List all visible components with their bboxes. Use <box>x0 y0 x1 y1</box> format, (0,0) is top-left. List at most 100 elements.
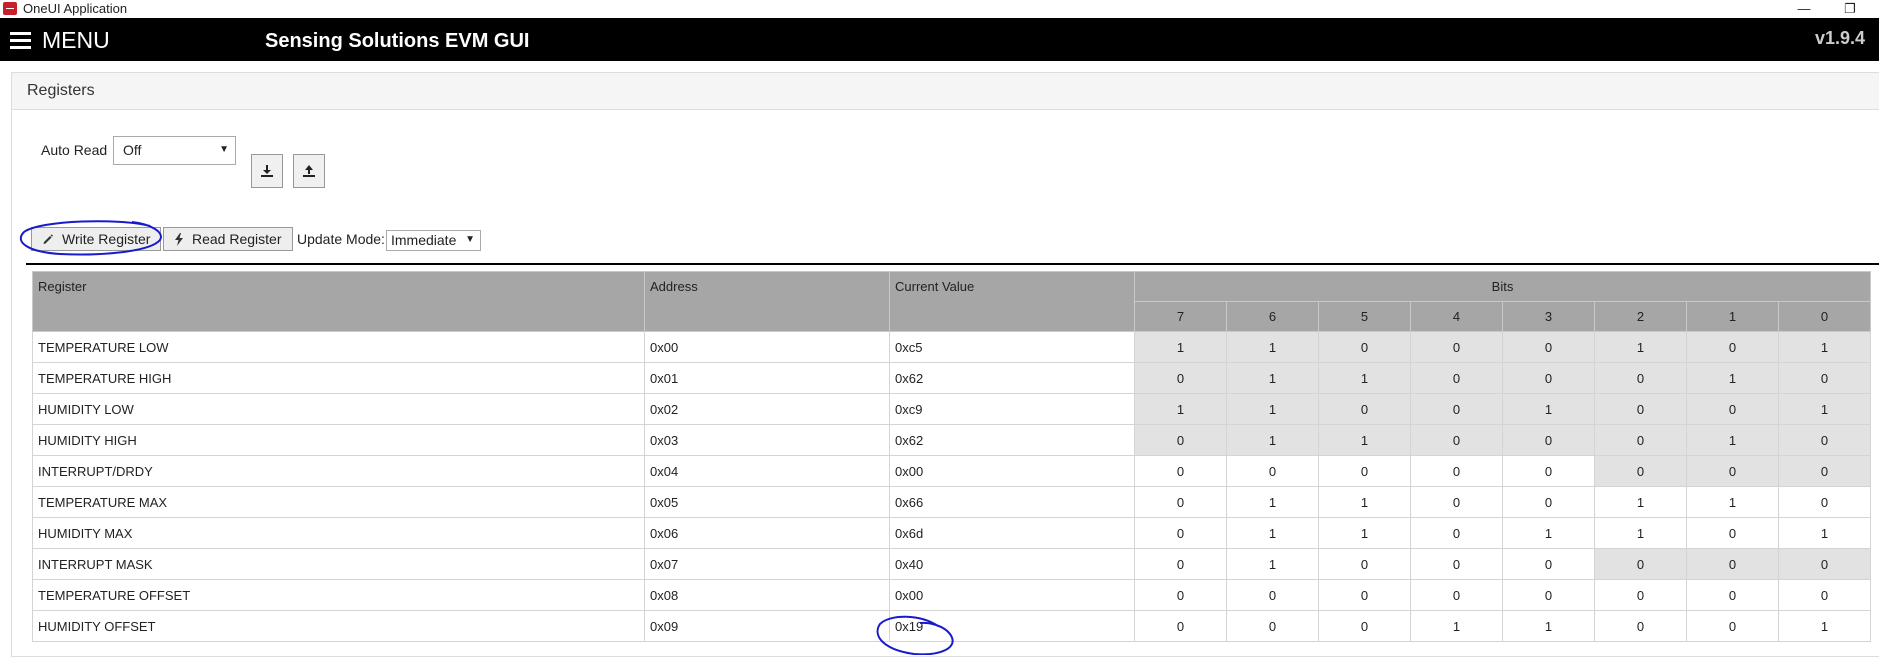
bit-cell[interactable]: 0 <box>1502 486 1595 518</box>
bit-cell[interactable]: 0 <box>1134 486 1227 518</box>
register-row[interactable]: HUMIDITY OFFSET 0x09 0x19 0 0 0 1 1 0 0 1 <box>32 610 1871 642</box>
register-row[interactable]: TEMPERATURE MAX 0x05 0x66 0 1 1 0 0 1 1 0 <box>32 486 1871 518</box>
register-row[interactable]: HUMIDITY HIGH 0x03 0x62 0 1 1 0 0 0 1 0 <box>32 424 1871 456</box>
bit-cell: 0 <box>1410 393 1503 425</box>
current-value-cell[interactable]: 0x19 <box>889 610 1135 642</box>
bit-cell[interactable]: 1 <box>1778 610 1871 642</box>
bit-cell: 0 <box>1594 362 1687 394</box>
auto-read-select[interactable]: Off ▼ <box>113 136 236 165</box>
bits-column-header: Bits <box>1134 271 1871 302</box>
load-registers-button[interactable] <box>251 154 283 188</box>
address-cell: 0x05 <box>644 486 890 518</box>
bit-cell[interactable]: 0 <box>1134 579 1227 611</box>
bit-cell[interactable]: 0 <box>1686 610 1779 642</box>
bit-cell[interactable]: 0 <box>1226 610 1319 642</box>
bit-cell[interactable]: 1 <box>1502 610 1595 642</box>
bit-cell[interactable]: 0 <box>1778 579 1871 611</box>
menu-button[interactable]: MENU <box>10 26 110 54</box>
current-value-cell[interactable]: 0xc5 <box>889 331 1135 363</box>
register-row[interactable]: TEMPERATURE HIGH 0x01 0x62 0 1 1 0 0 0 1 0 <box>32 362 1871 394</box>
bit-cell[interactable]: 0 <box>1318 455 1411 487</box>
bit-cell[interactable]: 1 <box>1226 548 1319 580</box>
bit-cell: 1 <box>1686 362 1779 394</box>
current-value-cell[interactable]: 0x6d <box>889 517 1135 549</box>
register-row[interactable]: HUMIDITY LOW 0x02 0xc9 1 1 0 0 1 0 0 1 <box>32 393 1871 425</box>
bit-cell: 1 <box>1686 424 1779 456</box>
bit-cell[interactable]: 1 <box>1778 517 1871 549</box>
bit-cell[interactable]: 0 <box>1226 579 1319 611</box>
read-register-label: Read Register <box>192 231 282 247</box>
minimize-button[interactable]: — <box>1784 0 1824 18</box>
bit-cell[interactable]: 0 <box>1410 455 1503 487</box>
bit-cell[interactable]: 1 <box>1594 517 1687 549</box>
bit-cell[interactable]: 0 <box>1226 455 1319 487</box>
register-name-cell: HUMIDITY OFFSET <box>32 610 645 642</box>
register-row[interactable]: HUMIDITY MAX 0x06 0x6d 0 1 1 0 1 1 0 1 <box>32 517 1871 549</box>
update-mode-select[interactable]: Immediate ▼ <box>386 230 481 251</box>
bit-cell[interactable]: 1 <box>1318 486 1411 518</box>
current-value-cell[interactable]: 0x00 <box>889 579 1135 611</box>
bit-cell[interactable]: 1 <box>1226 517 1319 549</box>
current-value-cell[interactable]: 0xc9 <box>889 393 1135 425</box>
bit-cell[interactable]: 1 <box>1226 486 1319 518</box>
update-mode-value: Immediate <box>391 232 457 248</box>
bit-header-0: 0 <box>1778 301 1871 332</box>
register-row[interactable]: INTERRUPT/DRDY 0x04 0x00 0 0 0 0 0 0 0 0 <box>32 455 1871 487</box>
bit-cell: 0 <box>1594 548 1687 580</box>
bit-cell[interactable]: 0 <box>1410 517 1503 549</box>
bit-cell[interactable]: 1 <box>1410 610 1503 642</box>
bit-cell[interactable]: 0 <box>1410 486 1503 518</box>
bit-cell[interactable]: 1 <box>1318 517 1411 549</box>
bit-cell[interactable]: 0 <box>1134 455 1227 487</box>
current-value-column-header: Current Value <box>889 271 1135 332</box>
bit-cell[interactable]: 0 <box>1502 455 1595 487</box>
bit-cell: 0 <box>1778 548 1871 580</box>
bit-cell[interactable]: 0 <box>1134 610 1227 642</box>
register-row[interactable]: INTERRUPT MASK 0x07 0x40 0 1 0 0 0 0 0 0 <box>32 548 1871 580</box>
bit-cell[interactable]: 0 <box>1318 548 1411 580</box>
read-register-button[interactable]: Read Register <box>163 227 293 251</box>
bit-cell[interactable]: 0 <box>1134 517 1227 549</box>
bit-cell: 1 <box>1594 331 1687 363</box>
register-row[interactable]: TEMPERATURE LOW 0x00 0xc5 1 1 0 0 0 1 0 1 <box>32 331 1871 363</box>
bit-cell[interactable]: 0 <box>1686 579 1779 611</box>
bit-cell[interactable]: 1 <box>1594 486 1687 518</box>
bit-cell[interactable]: 1 <box>1686 486 1779 518</box>
current-value-cell[interactable]: 0x66 <box>889 486 1135 518</box>
bit-cell[interactable]: 0 <box>1318 579 1411 611</box>
bit-cell: 1 <box>1134 331 1227 363</box>
bit-cell[interactable]: 0 <box>1594 610 1687 642</box>
auto-read-value: Off <box>123 142 142 158</box>
register-name-cell: TEMPERATURE LOW <box>32 331 645 363</box>
current-value-cell[interactable]: 0x00 <box>889 455 1135 487</box>
bit-cell: 0 <box>1318 393 1411 425</box>
maximize-button[interactable]: ❐ <box>1830 0 1870 18</box>
bit-cell[interactable]: 0 <box>1594 579 1687 611</box>
download-icon <box>261 165 273 177</box>
register-name-cell: HUMIDITY HIGH <box>32 424 645 456</box>
bit-cell: 0 <box>1778 362 1871 394</box>
register-name-cell: HUMIDITY MAX <box>32 517 645 549</box>
bit-cell: 0 <box>1410 331 1503 363</box>
bit-cell: 0 <box>1502 331 1595 363</box>
save-registers-button[interactable] <box>293 154 325 188</box>
write-register-button[interactable]: Write Register <box>31 227 161 251</box>
bit-cell[interactable]: 0 <box>1134 548 1227 580</box>
bit-cell[interactable]: 0 <box>1502 548 1595 580</box>
bit-cell[interactable]: 0 <box>1410 548 1503 580</box>
bit-cell: 0 <box>1502 424 1595 456</box>
address-cell: 0x06 <box>644 517 890 549</box>
register-table-body: TEMPERATURE LOW 0x00 0xc5 1 1 0 0 0 1 0 1 TEMPERATU… <box>32 331 1871 642</box>
current-value-cell[interactable]: 0x62 <box>889 362 1135 394</box>
bit-cell[interactable]: 0 <box>1502 579 1595 611</box>
bit-cell[interactable]: 0 <box>1778 486 1871 518</box>
bit-cell: 1 <box>1502 393 1595 425</box>
update-mode-label: Update Mode: <box>297 231 385 247</box>
register-row[interactable]: TEMPERATURE OFFSET 0x08 0x00 0 0 0 0 0 0 0 0 <box>32 579 1871 611</box>
bit-cell[interactable]: 0 <box>1686 517 1779 549</box>
bit-cell[interactable]: 0 <box>1318 610 1411 642</box>
current-value-cell[interactable]: 0x40 <box>889 548 1135 580</box>
bit-cell[interactable]: 1 <box>1502 517 1595 549</box>
bit-cell[interactable]: 0 <box>1410 579 1503 611</box>
current-value-cell[interactable]: 0x62 <box>889 424 1135 456</box>
